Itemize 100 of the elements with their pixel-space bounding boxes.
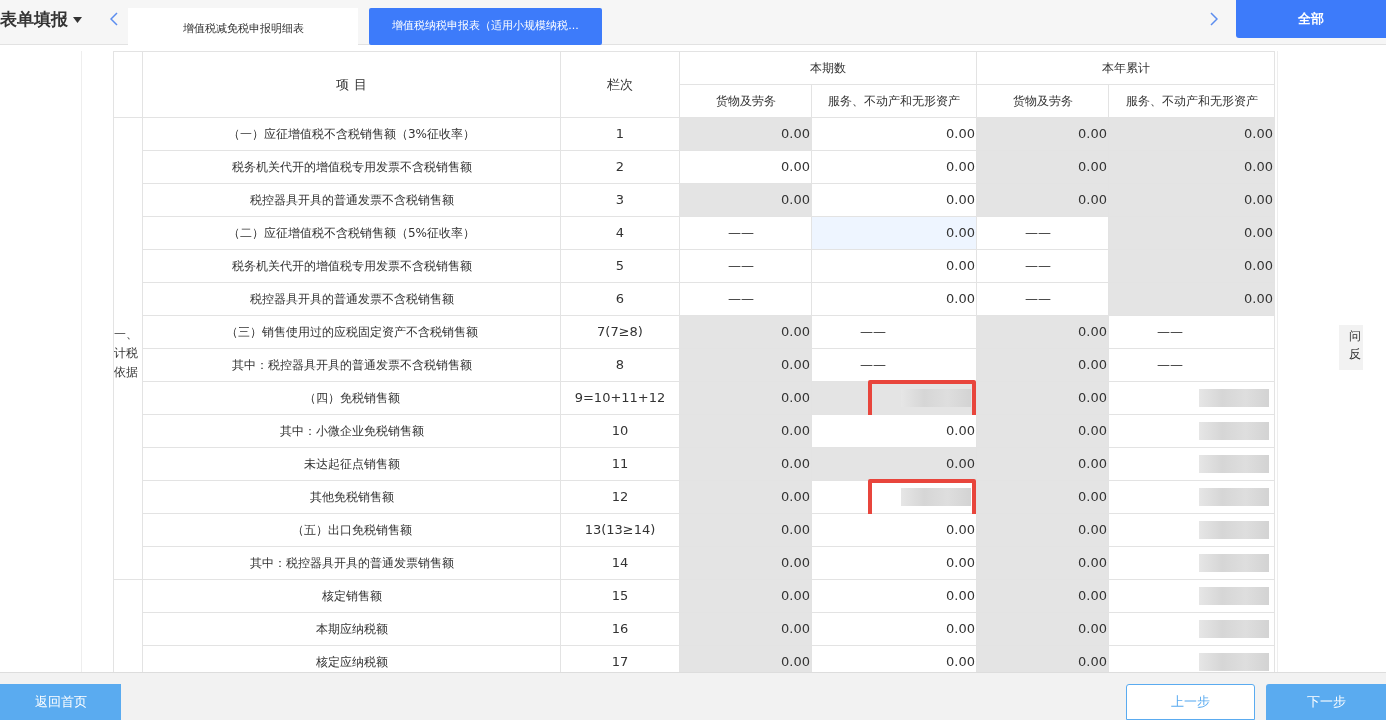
column-header: 服务、不动产和无形资产 (811, 84, 977, 118)
value-cell[interactable]: 0.00 (811, 513, 977, 547)
value-cell[interactable]: 0.00 (679, 447, 812, 481)
item-cell: （五）出口免税销售额 (142, 513, 561, 547)
feedback-tab[interactable]: 问反 (1339, 325, 1363, 370)
value-cell[interactable]: 0.00 (679, 183, 812, 217)
value-cell[interactable]: —— (679, 249, 812, 283)
item-cell: （一）应征增值税不含税销售额（3%征收率） (142, 117, 561, 151)
value-cell[interactable]: 0.00 (976, 480, 1109, 514)
value-cell[interactable]: 0.00 (976, 414, 1109, 448)
value-cell[interactable]: 0.00 (811, 183, 977, 217)
value-cell[interactable]: —— (1108, 315, 1275, 349)
value-cell[interactable]: 0.00 (1108, 216, 1275, 250)
value-cell[interactable]: 0.00 (811, 150, 977, 184)
value-cell[interactable]: 0.00 (811, 579, 977, 613)
form-title[interactable]: 表单填报 (0, 7, 68, 33)
item-cell: 税务机关代开的增值税专用发票不含税销售额 (142, 249, 561, 283)
value-cell[interactable]: 0.00 (811, 282, 977, 316)
chevron-right-icon[interactable] (1210, 12, 1218, 26)
item-cell: 税务机关代开的增值税专用发票不含税销售额 (142, 150, 561, 184)
value-cell[interactable]: —— (811, 315, 977, 349)
line-number-cell: 5 (560, 249, 680, 283)
item-cell: 核定销售额 (142, 579, 561, 613)
value-cell[interactable]: 0.00 (976, 150, 1109, 184)
form-tab[interactable]: 增值税减免税申报明细表 (128, 8, 358, 45)
value-cell[interactable]: 0.00 (976, 315, 1109, 349)
value-cell[interactable]: 0.00 (679, 513, 812, 547)
value-cell[interactable]: 0.00 (679, 348, 812, 382)
value-cell[interactable]: 0.00 (679, 612, 812, 646)
value-cell[interactable]: 0.00 (811, 414, 977, 448)
value-cell[interactable]: 0.00 (976, 381, 1109, 415)
line-number-cell: 3 (560, 183, 680, 217)
item-cell: 其中：小微企业免税销售额 (142, 414, 561, 448)
value-cell[interactable]: 0.00 (679, 117, 812, 151)
line-number-cell: 8 (560, 348, 680, 382)
value-cell[interactable]: 0.00 (976, 645, 1109, 672)
item-cell: 税控器具开具的普通发票不含税销售额 (142, 183, 561, 217)
value-cell[interactable]: 0.00 (679, 645, 812, 672)
form-tab[interactable]: 增值税纳税申报表（适用小规模纳税... (369, 8, 602, 45)
value-cell[interactable]: 0.00 (976, 348, 1109, 382)
value-cell[interactable]: 0.00 (811, 249, 977, 283)
line-number-cell: 7(7≥8) (560, 315, 680, 349)
section-label: 一、计税依据 (114, 325, 139, 382)
value-cell[interactable]: —— (976, 249, 1109, 283)
column-header: 服务、不动产和无形资产 (1108, 84, 1275, 118)
value-cell[interactable]: 0.00 (976, 546, 1109, 580)
value-cell[interactable]: 0.00 (976, 183, 1109, 217)
column-header: 本年累计 (976, 51, 1275, 85)
value-cell[interactable]: 0.00 (1108, 282, 1275, 316)
value-cell[interactable]: —— (976, 216, 1109, 250)
value-cell[interactable]: 0.00 (811, 612, 977, 646)
line-number-cell: 6 (560, 282, 680, 316)
column-header: 项 目 (142, 51, 561, 118)
chevron-left-icon[interactable] (110, 12, 118, 26)
value-cell[interactable]: —— (976, 282, 1109, 316)
dropdown-icon[interactable] (73, 17, 82, 23)
value-cell[interactable]: 0.00 (976, 579, 1109, 613)
item-cell: 未达起征点销售额 (142, 447, 561, 481)
value-cell[interactable]: 0.00 (811, 546, 977, 580)
value-cell[interactable]: 0.00 (1108, 249, 1275, 283)
line-number-cell: 13(13≥14) (560, 513, 680, 547)
line-number-cell: 1 (560, 117, 680, 151)
item-cell: 其中：税控器具开具的普通发票不含税销售额 (142, 348, 561, 382)
value-cell[interactable]: —— (1108, 348, 1275, 382)
line-number-cell: 9=10+11+12 (560, 381, 680, 415)
value-cell[interactable]: 0.00 (679, 315, 812, 349)
line-number-cell: 4 (560, 216, 680, 250)
value-cell[interactable]: 0.00 (679, 150, 812, 184)
value-cell[interactable]: 0.00 (679, 480, 812, 514)
item-cell: （三）销售使用过的应税固定资产不含税销售额 (142, 315, 561, 349)
value-cell[interactable]: 0.00 (976, 447, 1109, 481)
line-number-cell: 2 (560, 150, 680, 184)
value-cell[interactable]: 0.00 (811, 645, 977, 672)
value-cell[interactable]: 0.00 (811, 216, 977, 250)
item-cell: （二）应征增值税不含税销售额（5%征收率） (142, 216, 561, 250)
all-button[interactable]: 全部 (1236, 0, 1386, 38)
value-cell[interactable]: 0.00 (679, 579, 812, 613)
line-number-cell: 14 (560, 546, 680, 580)
value-cell[interactable]: —— (679, 216, 812, 250)
value-cell[interactable]: 0.00 (976, 612, 1109, 646)
column-header: 货物及劳务 (976, 84, 1109, 118)
value-cell[interactable]: 0.00 (679, 414, 812, 448)
value-cell[interactable]: 0.00 (1108, 150, 1275, 184)
column-header: 货物及劳务 (679, 84, 812, 118)
value-cell[interactable]: 0.00 (1108, 117, 1275, 151)
column-header: 本期数 (679, 51, 977, 85)
line-number-cell: 12 (560, 480, 680, 514)
item-cell: （四）免税销售额 (142, 381, 561, 415)
value-cell[interactable]: 0.00 (1108, 183, 1275, 217)
item-cell: 税控器具开具的普通发票不含税销售额 (142, 282, 561, 316)
value-cell[interactable]: 0.00 (679, 381, 812, 415)
value-cell[interactable]: 0.00 (976, 117, 1109, 151)
value-cell[interactable]: —— (679, 282, 812, 316)
line-number-cell: 16 (560, 612, 680, 646)
column-header: 栏次 (560, 51, 680, 118)
value-cell[interactable]: 0.00 (811, 117, 977, 151)
value-cell[interactable]: 0.00 (679, 546, 812, 580)
item-cell: 本期应纳税额 (142, 612, 561, 646)
item-cell: 其中：税控器具开具的普通发票销售额 (142, 546, 561, 580)
value-cell[interactable]: 0.00 (976, 513, 1109, 547)
